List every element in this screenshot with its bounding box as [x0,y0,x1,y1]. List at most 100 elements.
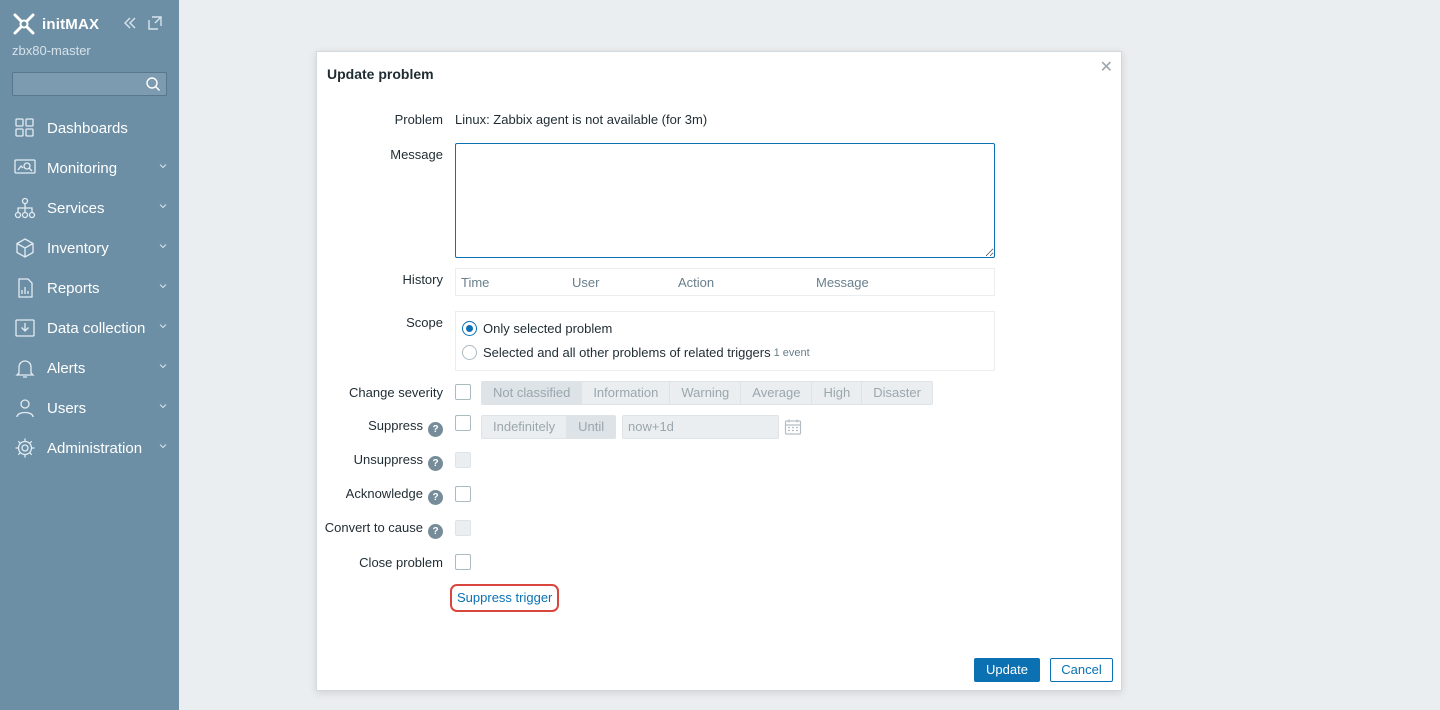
suppress-until-input: now+1d [622,415,779,439]
server-name: zbx80-master [12,43,91,58]
change-severity-label: Change severity [349,385,443,400]
convert-to-cause-label: Convert to cause? [325,520,443,539]
nav-users[interactable]: Users [0,388,179,428]
collapse-sidebar-icon[interactable] [121,14,139,32]
chevron-down-icon [159,444,167,449]
close-problem-checkbox[interactable] [455,554,471,570]
nav-label: Monitoring [47,159,118,177]
history-table: Time User Action Message [455,268,995,296]
monitoring-icon [14,159,36,174]
suppress-label: Suppress? [368,418,443,437]
nav-administration[interactable]: Administration [0,428,179,468]
sidebar: initMAX zbx80-master Dashboards Monitori… [0,0,179,710]
message-field[interactable] [455,143,995,258]
history-col-user: User [572,275,600,290]
severity-average: Average [741,382,813,404]
suppress-mode-until: Until [567,416,616,438]
convert-to-cause-checkbox [455,520,471,536]
bell-icon [15,360,35,378]
unsuppress-label: Unsuppress? [354,452,443,471]
radio-checked[interactable] [462,321,477,336]
severity-information: Information [582,382,671,404]
message-label: Message [390,147,443,162]
chevron-down-icon [159,404,167,409]
nav-label: Alerts [47,359,86,377]
brand-name: initMAX [42,15,100,33]
inventory-icon [16,238,34,258]
gear-icon [15,438,35,458]
nav-services[interactable]: Services [0,188,179,228]
kiosk-mode-icon[interactable] [146,14,164,32]
suppress-mode-selector: Indefinitely Until [481,415,617,439]
help-icon[interactable]: ? [428,524,443,539]
services-icon [14,197,36,219]
severity-not-classified: Not classified [482,382,583,404]
nav-dashboards[interactable]: Dashboards [0,108,179,148]
acknowledge-checkbox[interactable] [455,486,471,502]
problem-value: Linux: Zabbix agent is not available (fo… [455,112,708,127]
scope-option-selected[interactable]: Only selected problem [462,321,612,336]
change-severity-checkbox[interactable] [455,384,471,400]
help-icon[interactable]: ? [428,422,443,437]
chevron-down-icon [159,364,167,369]
scope-box: Only selected problem Selected and all o… [455,311,995,371]
nav-monitoring[interactable]: Monitoring [0,148,179,188]
chevron-down-icon [159,324,167,329]
update-problem-dialog: Update problem ✕ Problem Linux: Zabbix a… [316,51,1122,691]
history-col-time: Time [461,275,490,290]
nav-label: Services [47,199,105,217]
suppress-mode-indefinitely: Indefinitely [482,416,568,438]
convert-label-text: Convert to cause [324,520,423,535]
acknowledge-label: Acknowledge? [346,486,443,505]
calendar-icon [784,419,802,435]
chevron-down-icon [159,244,167,249]
event-count: 1 event [773,346,810,359]
suppress-checkbox[interactable] [455,415,471,431]
close-icon[interactable]: ✕ [1100,57,1113,77]
severity-high: High [812,382,863,404]
chevron-down-icon [159,204,167,209]
close-problem-label: Close problem [359,555,443,570]
nav-label: Reports [47,279,100,297]
severity-selector: Not classified Information Warning Avera… [481,381,933,405]
reports-icon [18,278,33,298]
help-icon[interactable]: ? [428,456,443,471]
suppress-trigger-link[interactable]: Suppress trigger [450,584,560,612]
scope-option-label: Only selected problem [483,321,613,336]
chevron-down-icon [159,284,167,289]
main-nav: Dashboards Monitoring Services Inventory… [0,108,179,468]
nav-alerts[interactable]: Alerts [0,348,179,388]
nav-label: Dashboards [47,119,128,137]
severity-warning: Warning [670,382,742,404]
unsuppress-checkbox [455,452,471,468]
search-input[interactable] [13,73,138,95]
history-label: History [402,272,443,287]
nav-label: Inventory [47,239,109,257]
severity-disaster: Disaster [873,385,921,400]
help-icon[interactable]: ? [428,490,443,505]
unsuppress-label-text: Unsuppress [353,452,423,467]
nav-label: Administration [47,439,143,457]
radio-unchecked[interactable] [462,345,477,360]
data-collection-icon [15,319,35,337]
users-icon [16,399,34,418]
sidebar-search [12,72,167,96]
update-button[interactable]: Update [974,658,1040,682]
cancel-button[interactable]: Cancel [1050,658,1113,682]
dialog-title: Update problem [327,66,434,82]
scope-label: Scope [406,315,443,330]
nav-label: Users [47,399,87,417]
scope-option-related[interactable]: Selected and all other problems of relat… [462,345,810,360]
suppress-label-text: Suppress [368,418,423,433]
nav-reports[interactable]: Reports [0,268,179,308]
history-col-message: Message [816,275,869,290]
dashboards-icon [15,118,34,137]
history-col-action: Action [678,275,715,290]
brand[interactable]: initMAX [12,12,99,36]
nav-data-collection[interactable]: Data collection [0,308,179,348]
scope-option-label: Selected and all other problems of relat… [483,345,771,360]
search-icon[interactable] [145,76,161,92]
chevron-down-icon [159,164,167,169]
nav-inventory[interactable]: Inventory [0,228,179,268]
problem-label: Problem [394,112,443,127]
